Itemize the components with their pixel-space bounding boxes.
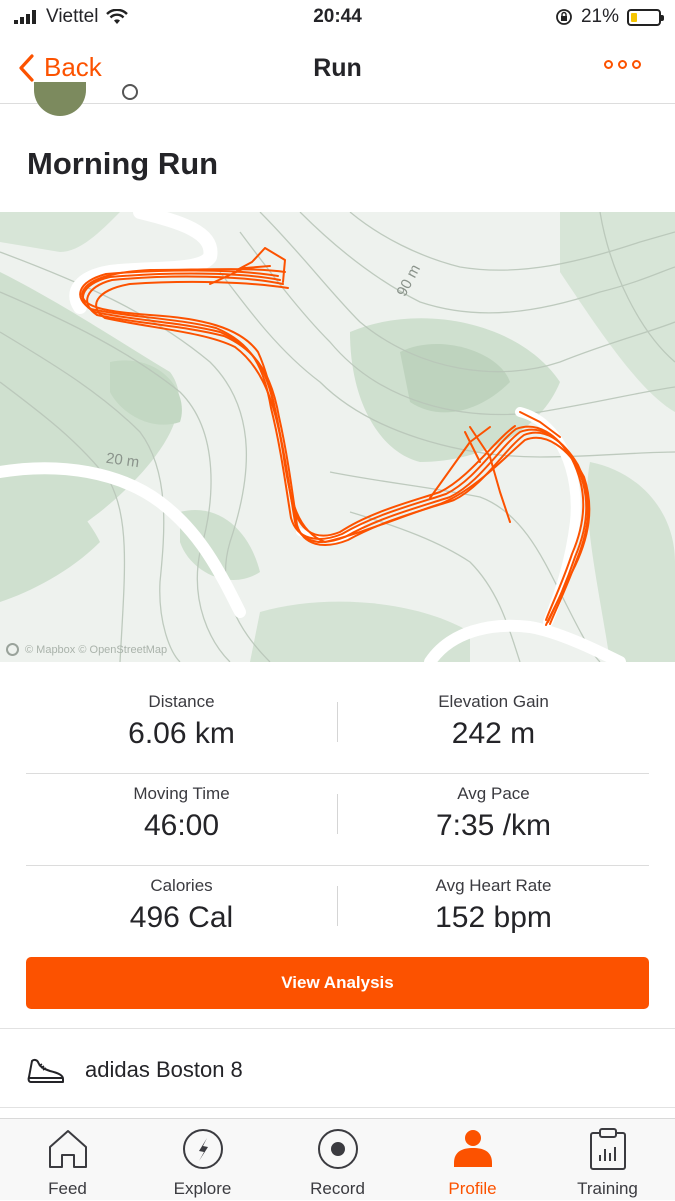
tab-bar: Feed Explore Record Profile Training — [0, 1118, 675, 1200]
battery-group: 21% — [555, 6, 664, 28]
record-icon — [318, 1129, 358, 1169]
avatar[interactable] — [34, 82, 86, 116]
map-credit-text: © Mapbox © OpenStreetMap — [25, 643, 168, 656]
activity-title: Morning Run — [27, 146, 219, 181]
stat-value: 46:00 — [143, 809, 220, 842]
rotation-lock-icon — [556, 9, 572, 25]
stat-avg-pace: Avg Pace 7:35 /km — [338, 774, 649, 866]
page-title: Run — [313, 54, 362, 82]
tab-feed[interactable]: Feed — [0, 1119, 135, 1201]
battery-percent: 21% — [580, 6, 619, 27]
home-icon — [49, 1130, 87, 1168]
stat-row: Calories 496 Cal Avg Heart Rate 152 bpm — [26, 866, 649, 958]
view-analysis-button[interactable]: View Analysis — [26, 957, 649, 1009]
tab-training[interactable]: Training — [540, 1119, 675, 1201]
tab-label: Training — [577, 1179, 638, 1198]
status-bar: Viettel 20:44 21% — [0, 0, 675, 36]
mapbox-logo-icon — [6, 643, 19, 656]
device-icon — [122, 84, 138, 100]
tab-label: Profile — [448, 1179, 497, 1198]
more-options-icon[interactable] — [604, 60, 641, 69]
tab-explore[interactable]: Explore — [135, 1119, 270, 1201]
route-map[interactable]: 90 m 20 m © Mapbox © OpenStreetMap — [0, 212, 675, 662]
gear-row[interactable]: adidas Boston 8 — [0, 1028, 675, 1108]
tab-label: Explore — [173, 1179, 232, 1198]
gear-name: adidas Boston 8 — [85, 1057, 243, 1082]
stat-distance: Distance 6.06 km — [26, 682, 337, 774]
stat-value: 7:35 /km — [435, 809, 552, 842]
stat-label: Avg Heart Rate — [435, 876, 552, 895]
shoe-icon — [27, 1058, 64, 1083]
stats-grid: Distance 6.06 km Elevation Gain 242 m Mo… — [26, 682, 649, 958]
stat-label: Moving Time — [133, 784, 230, 803]
stat-avg-heart-rate: Avg Heart Rate 152 bpm — [338, 866, 649, 958]
stat-value: 6.06 km — [128, 717, 235, 750]
compass-icon — [183, 1129, 223, 1169]
tab-label: Feed — [48, 1179, 87, 1198]
stat-label: Distance — [148, 692, 215, 711]
battery-icon — [627, 8, 664, 26]
stat-label: Elevation Gain — [438, 692, 549, 711]
profile-icon — [454, 1130, 492, 1167]
stat-value: 152 bpm — [435, 901, 552, 934]
tab-record[interactable]: Record — [270, 1119, 405, 1201]
map-canvas — [0, 212, 675, 662]
tab-profile[interactable]: Profile — [405, 1119, 540, 1201]
stat-value: 496 Cal — [129, 901, 234, 934]
clipboard-icon — [590, 1128, 626, 1170]
stat-moving-time: Moving Time 46:00 — [26, 774, 337, 866]
stat-row: Distance 6.06 km Elevation Gain 242 m — [26, 682, 649, 774]
stat-label: Avg Pace — [457, 784, 530, 803]
nav-bar: Back Run — [0, 40, 675, 104]
stat-elevation-gain: Elevation Gain 242 m — [338, 682, 649, 774]
tab-label: Record — [310, 1179, 365, 1198]
stat-calories: Calories 496 Cal — [26, 866, 337, 958]
stat-value: 242 m — [451, 717, 536, 750]
stat-label: Calories — [150, 876, 213, 895]
map-attribution[interactable]: © Mapbox © OpenStreetMap — [6, 643, 167, 656]
stat-row: Moving Time 46:00 Avg Pace 7:35 /km — [26, 774, 649, 866]
